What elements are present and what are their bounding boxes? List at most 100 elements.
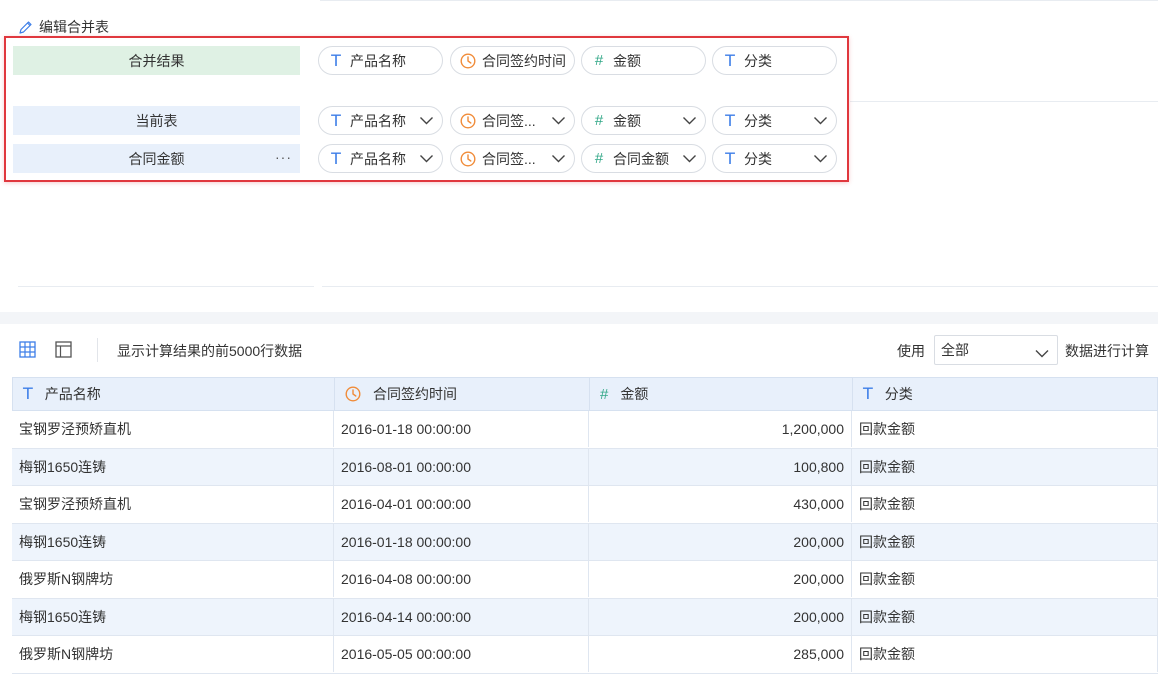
table-cell: 200,000 [589,561,852,597]
chevron-down-icon [551,154,566,163]
column-header-label: 金额 [620,386,649,402]
field-name: 金额 [613,112,641,129]
text-type-icon: T [23,384,33,403]
field-pill[interactable]: # 金额 [581,106,706,135]
table-cell: 回款金额 [852,411,1158,447]
clock-icon [460,112,476,129]
divider [850,101,1158,102]
table-header: T 产品名称 合同签约时间 # 金额 T 分类 [12,377,1158,411]
chevron-down-icon [551,116,566,125]
divider [18,286,314,287]
field-name: 金额 [613,52,641,69]
text-type-icon: T [331,110,341,130]
chevron-down-icon [419,116,434,125]
field-pill[interactable]: T 产品名称 [318,106,443,135]
table-row: 俄罗斯N钢牌坊 2016-04-08 00:00:00 200,000 回款金额 [12,561,1158,599]
field-pill[interactable]: 合同签... [450,144,575,173]
column-header-label: 产品名称 [44,386,101,402]
table-cell: 宝钢罗泾预矫直机 [12,486,334,522]
field-name: 合同签约时间 [482,52,566,69]
table-cell: 2016-04-08 00:00:00 [334,561,589,597]
table-cell: 430,000 [589,486,852,522]
field-name: 分类 [744,150,772,167]
field-pill[interactable]: T 产品名称 [318,46,443,75]
divider [322,286,1158,287]
table-cell: 梅钢1650连铸 [12,523,334,560]
section-separator [0,312,1158,324]
pencil-icon [19,20,32,34]
field-name: 合同签... [482,150,536,167]
column-header[interactable]: T 分类 [853,378,1158,410]
edit-merge-table-label: 编辑合并表 [39,19,109,35]
table-row: 梅钢1650连铸 2016-04-14 00:00:00 200,000 回款金额 [12,598,1158,636]
column-header[interactable]: # 金额 [590,378,853,410]
field-pill[interactable]: # 合同金额 [581,144,706,173]
field-name: 分类 [744,112,772,129]
table-row: 梅钢1650连铸 2016-01-18 00:00:00 200,000 回款金额 [12,523,1158,561]
text-type-icon: T [863,384,873,403]
table-cell: 2016-04-01 00:00:00 [334,486,589,522]
field-name: 产品名称 [350,52,406,69]
table-cell: 200,000 [589,523,852,560]
chevron-down-icon [813,116,828,125]
data-scope-value: 全部 [941,342,969,358]
table-cell: 200,000 [589,598,852,635]
field-pill[interactable]: 合同签约时间 [450,46,575,75]
table-cell: 1,200,000 [589,411,852,447]
table-cell: 俄罗斯N钢牌坊 [12,636,334,672]
edit-merge-table-button[interactable]: 编辑合并表 [18,16,109,38]
text-type-icon: T [725,50,735,70]
field-pill[interactable]: # 金额 [581,46,706,75]
clock-icon [460,52,476,69]
hash-icon: # [594,150,604,167]
chevron-down-icon [682,154,697,163]
text-type-icon: T [725,148,735,168]
clock-icon [460,150,476,167]
table-cell: 2016-01-18 00:00:00 [334,523,589,560]
field-pill[interactable]: T 分类 [712,144,837,173]
column-header-label: 合同签约时间 [373,386,457,402]
field-pill[interactable]: T 分类 [712,106,837,135]
preview-note: 显示计算结果的前5000行数据 [117,343,303,359]
chevron-down-icon [1035,345,1049,361]
table-cell: 回款金额 [852,561,1158,597]
table-cell: 梅钢1650连铸 [12,598,334,635]
grid-view-icon[interactable] [19,341,36,361]
hash-icon: # [600,385,609,403]
toolbar-divider [97,338,98,362]
table-cell: 2016-01-18 00:00:00 [334,411,589,447]
divider [320,0,1158,1]
table-row: 宝钢罗泾预矫直机 2016-01-18 00:00:00 1,200,000 回款金额 [12,411,1158,449]
table-cell: 2016-04-14 00:00:00 [334,598,589,635]
field-name: 分类 [744,52,772,69]
chevron-down-icon [419,154,434,163]
table-cell: 100,800 [589,448,852,485]
text-type-icon: T [331,148,341,168]
table-cell: 梅钢1650连铸 [12,448,334,485]
layout-view-icon[interactable] [55,341,72,361]
table-cell: 回款金额 [852,523,1158,560]
field-pill[interactable]: T 分类 [712,46,837,75]
data-table: T 产品名称 合同签约时间 # 金额 T 分类 宝钢罗泾预矫直机 2016-01-18 00:… [12,377,1158,674]
table-row: 梅钢1650连铸 2016-08-01 00:00:00 100,800 回款金额 [12,448,1158,486]
table-cell: 285,000 [589,636,852,672]
table-cell: 2016-05-05 00:00:00 [334,636,589,672]
field-pill[interactable]: 合同签... [450,106,575,135]
chevron-down-icon [682,116,697,125]
column-header[interactable]: T 产品名称 [13,378,335,410]
use-suffix: 数据进行计算 [1065,343,1149,359]
field-name: 合同签... [482,112,536,129]
table-row: 俄罗斯N钢牌坊 2016-05-05 00:00:00 285,000 回款金额 [12,636,1158,674]
table-cell: 回款金额 [852,486,1158,522]
field-name: 产品名称 [350,112,406,129]
field-pill[interactable]: T 产品名称 [318,144,443,173]
column-header[interactable]: 合同签约时间 [335,378,590,410]
table-cell: 回款金额 [852,636,1158,672]
table-cell: 俄罗斯N钢牌坊 [12,561,334,597]
use-label: 使用 [897,343,925,359]
text-type-icon: T [725,110,735,130]
table-cell: 回款金额 [852,448,1158,485]
data-scope-select[interactable]: 全部 [934,335,1058,365]
table-cell: 回款金额 [852,598,1158,635]
chevron-down-icon [813,154,828,163]
